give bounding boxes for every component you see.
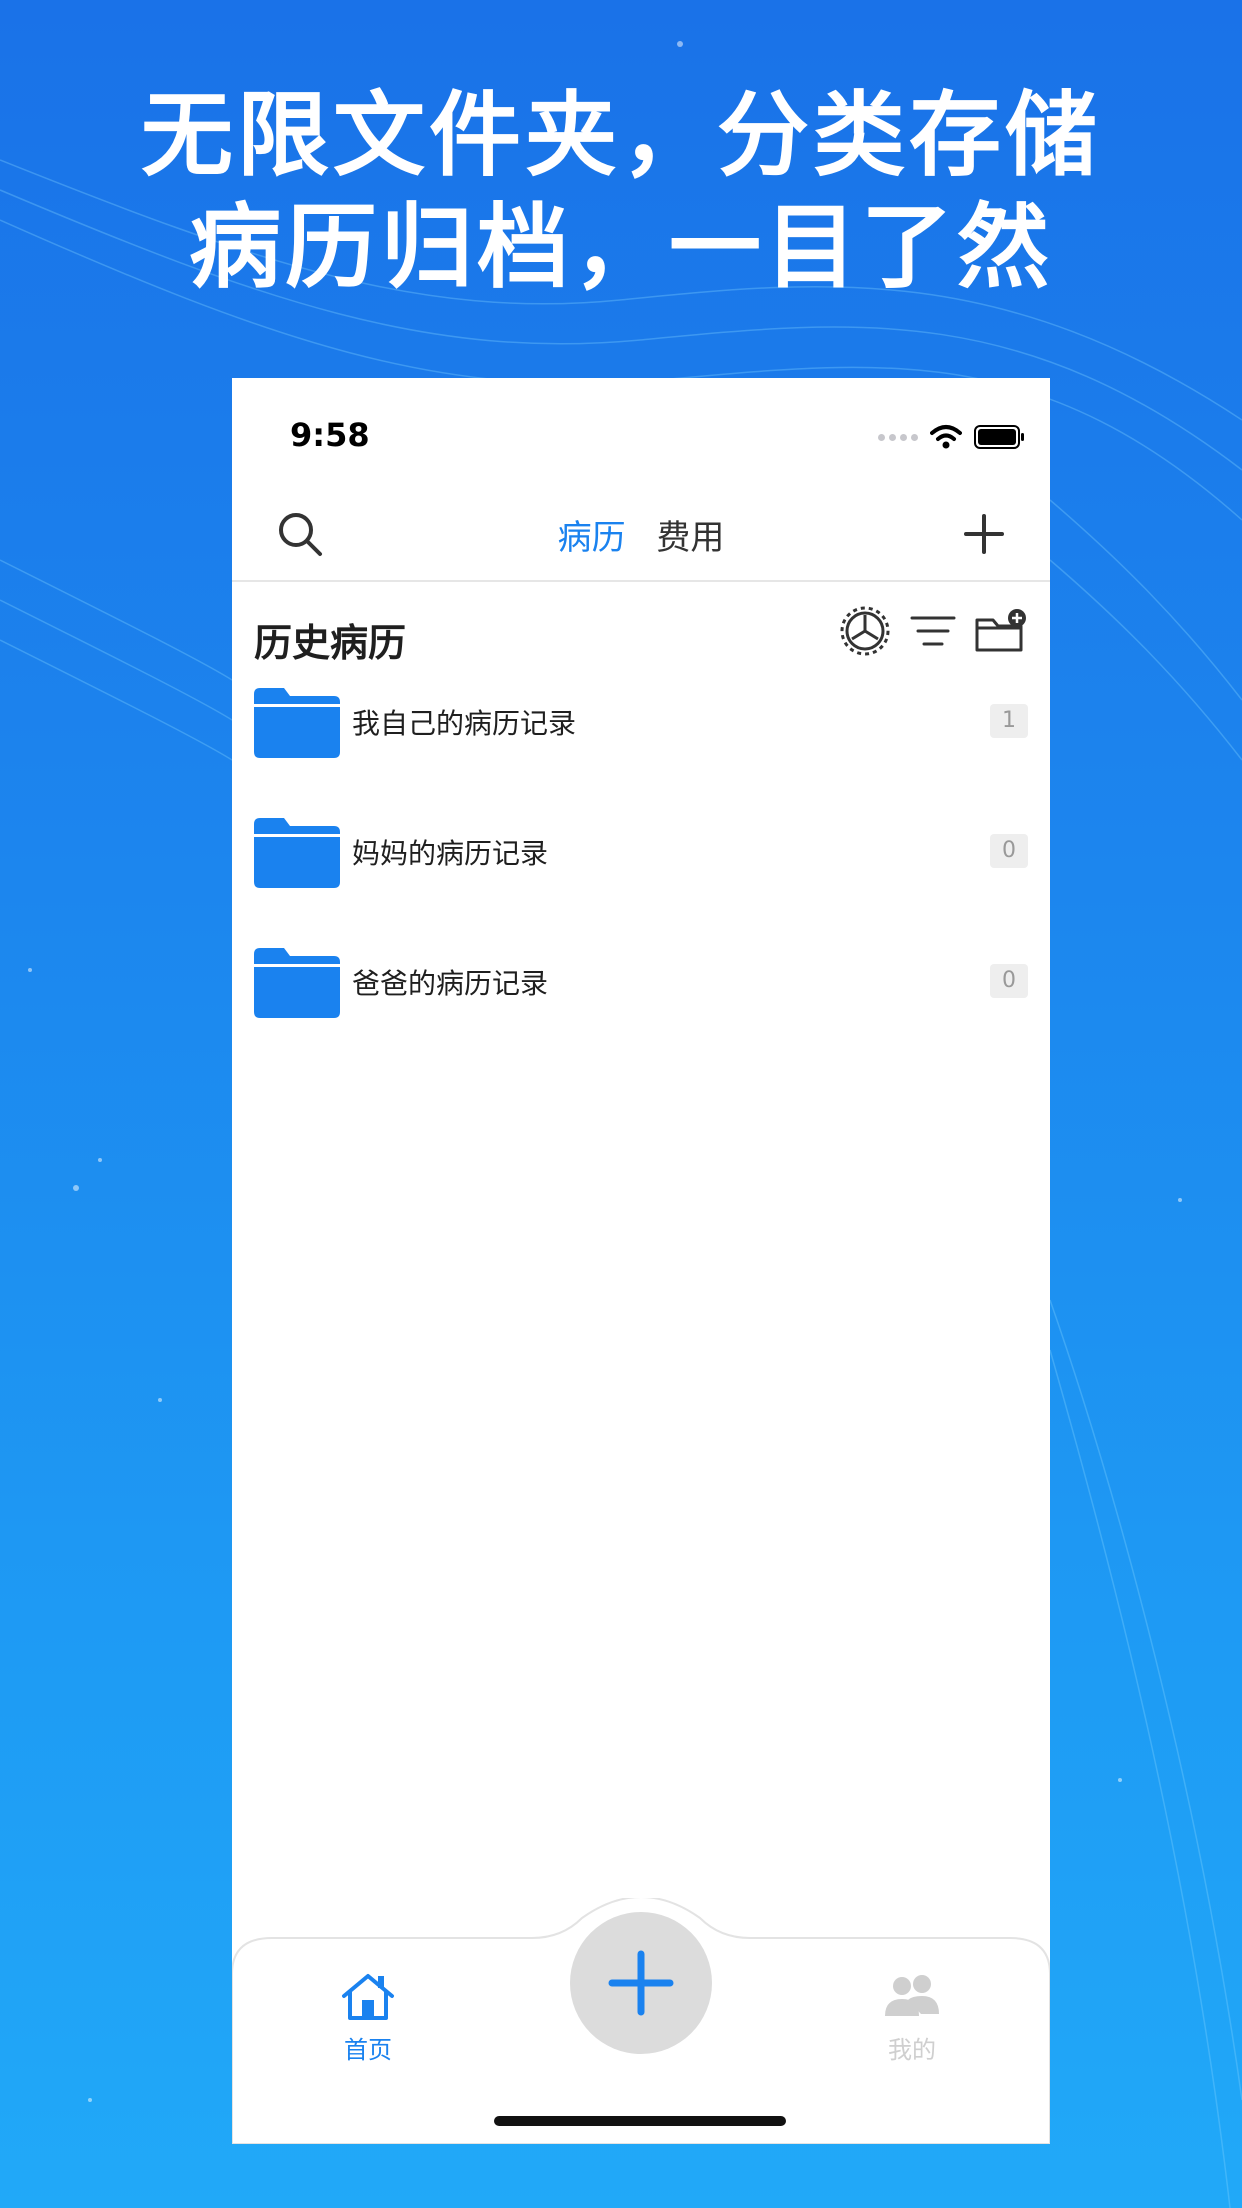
folder-list: 我自己的病历记录 1 妈妈的病历记录 0 爸爸的病历记录 0 [254,688,1028,1078]
folder-icon [254,818,340,888]
wifi-icon [930,425,962,449]
users-icon [885,1975,939,2016]
tab-home[interactable]: 首页 [338,1972,398,2065]
filter-icon[interactable] [906,604,960,658]
folder-name: 妈妈的病历记录 [352,837,549,870]
folder-item[interactable]: 妈妈的病历记录 0 [254,818,1028,948]
folder-count-badge: 1 [990,704,1028,738]
cellular-signal-icon [878,433,918,441]
battery-icon [974,425,1024,449]
settings-dial-icon[interactable] [838,604,892,658]
tab-expenses[interactable]: 费用 [656,510,724,559]
promo-line-1: 无限文件夹，分类存储 [140,82,1101,189]
folder-count-badge: 0 [990,834,1028,868]
folder-name: 爸爸的病历记录 [352,967,549,1000]
home-indicator [494,2116,786,2126]
folder-icon [254,688,340,758]
status-indicators [878,422,1026,452]
new-folder-icon[interactable] [974,604,1028,658]
folder-item[interactable]: 我自己的病历记录 1 [254,688,1028,818]
segment-tabs: 病历 费用 [232,510,1050,559]
add-record-button[interactable] [570,1912,712,2054]
folder-icon [254,948,340,1018]
tab-home-label: 首页 [344,2036,392,2064]
promo-headline: 无限文件夹，分类存储 病历归档，一目了然 [0,80,1242,304]
add-icon [608,1950,674,2016]
folder-item[interactable]: 爸爸的病历记录 0 [254,948,1028,1078]
folder-count-badge: 0 [990,964,1028,998]
tab-medical-records[interactable]: 病历 [558,510,626,559]
status-bar: 9:58 [232,378,1050,488]
bottom-tab-bar: 首页 我的 [232,1898,1050,2144]
section-actions [838,604,1028,658]
tab-mine-label: 我的 [888,2036,936,2064]
promo-line-2: 病历归档，一目了然 [188,194,1053,301]
folder-name: 我自己的病历记录 [352,707,577,740]
phone-screen: 9:58 病历 费用 历史病历 我自己的病历记录 1 妈妈的病历记录 0 爸爸的… [232,378,1050,2144]
plus-icon[interactable] [958,508,1010,560]
top-navigation-bar: 病历 费用 [232,488,1050,582]
home-icon [342,1974,394,2020]
status-time: 9:58 [290,416,370,454]
tab-mine[interactable]: 我的 [882,1972,942,2065]
section-title: 历史病历 [254,621,407,665]
section-header: 历史病历 [254,604,1028,668]
